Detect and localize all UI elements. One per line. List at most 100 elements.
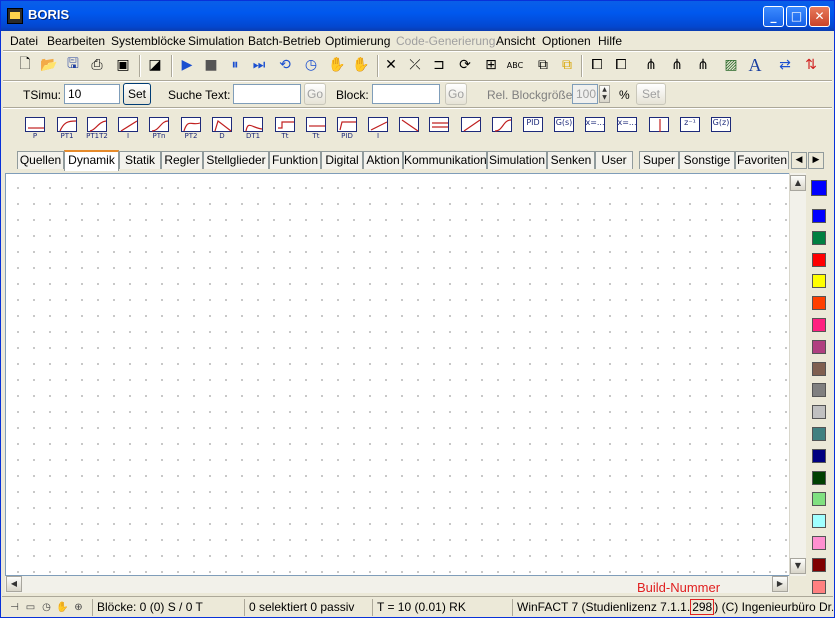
title-bar[interactable]: BORIS _ □ ✕ — [1, 1, 834, 31]
cut-block-icon[interactable]: ⊐ — [429, 55, 449, 75]
app-icon[interactable] — [7, 8, 23, 24]
palette-block[interactable]: DT1 — [241, 115, 265, 140]
menu-bearbeiten[interactable]: Bearbeiten — [47, 34, 105, 48]
palette-block[interactable] — [459, 115, 483, 139]
hand-status-icon[interactable]: ✋ — [56, 601, 69, 614]
properties-icon[interactable]: ⊞ — [481, 55, 501, 75]
tab-kommunikation[interactable]: Kommunikation — [403, 151, 487, 169]
step-icon[interactable]: ⏭ — [249, 55, 269, 75]
swap-icon[interactable]: ⇄ — [775, 55, 795, 75]
arrange-icon[interactable]: ⇅ — [801, 55, 821, 75]
palette-block[interactable]: P — [23, 115, 47, 140]
palette-block[interactable]: Tt — [273, 115, 297, 140]
color-swatch[interactable] — [812, 252, 826, 267]
print-icon[interactable]: ⎙ — [87, 55, 107, 75]
rel-blocksize-input[interactable]: 100 — [572, 84, 598, 104]
color-swatch[interactable] — [812, 296, 826, 311]
align-icon[interactable]: ⧠ — [587, 55, 607, 75]
color-swatch[interactable] — [812, 361, 826, 376]
branch-icon[interactable]: ⋔ — [667, 55, 687, 75]
palette-block[interactable] — [647, 115, 671, 139]
palette-block[interactable]: PID — [335, 115, 359, 140]
tab-user[interactable]: User — [595, 151, 633, 169]
tab-stellglieder[interactable]: Stellglieder — [203, 151, 269, 169]
tab-aktion[interactable]: Aktion — [363, 151, 403, 169]
menu-batch-betrieb[interactable]: Batch-Betrieb — [248, 34, 321, 48]
tab-funktion[interactable]: Funktion — [269, 151, 321, 169]
menu-code-generierung[interactable]: Code-Generierung — [396, 34, 495, 48]
palette-block[interactable] — [397, 115, 421, 139]
color-swatch[interactable] — [812, 536, 826, 550]
copy-icon[interactable]: ⧉ — [533, 55, 553, 75]
palette-block[interactable] — [490, 115, 514, 139]
tab-sonstige[interactable]: Sonstige — [679, 151, 735, 169]
scroll-down-button[interactable]: ▼ — [790, 558, 806, 574]
pause-icon[interactable]: ⏸ — [225, 55, 245, 75]
hand-icon[interactable]: ✋ — [327, 55, 347, 75]
palette-block[interactable]: I — [116, 115, 140, 140]
palette-block[interactable]: Tt — [304, 115, 328, 140]
save-icon[interactable]: 🖫 — [63, 55, 83, 75]
scroll-left-button[interactable]: ◀ — [6, 576, 22, 592]
play-icon[interactable]: ▶ — [177, 55, 197, 75]
open-folder-icon[interactable]: 📂 — [39, 55, 59, 75]
color-swatch[interactable] — [812, 209, 826, 223]
rel-blocksize-set-button[interactable]: Set — [636, 83, 666, 105]
block-go-button[interactable]: Go — [445, 83, 467, 105]
delete-icon[interactable]: ✕ — [381, 55, 401, 75]
color-swatch[interactable] — [812, 274, 826, 289]
color-swatch[interactable] — [812, 405, 826, 420]
route-icon[interactable]: ⋔ — [693, 55, 713, 75]
menu-optimierung[interactable]: Optimierung — [325, 34, 390, 48]
maximize-button[interactable]: □ — [786, 6, 807, 27]
menu-datei[interactable]: Datei — [10, 34, 38, 48]
palette-block[interactable]: PT1T2 — [85, 115, 109, 140]
distribute-icon[interactable]: ⧠ — [611, 55, 631, 75]
menu-simulation[interactable]: Simulation — [188, 34, 244, 48]
color-swatch[interactable] — [812, 427, 826, 441]
palette-block[interactable]: PID — [521, 115, 545, 139]
palette-block[interactable]: D — [210, 115, 234, 140]
tab-quellen[interactable]: Quellen — [17, 151, 64, 169]
palette-block[interactable]: I — [366, 115, 390, 140]
palette-block[interactable] — [427, 115, 451, 139]
vertical-scrollbar[interactable]: ▲ ▼ — [789, 173, 806, 576]
tab-simulation[interactable]: Simulation — [487, 151, 547, 169]
menu-ansicht[interactable]: Ansicht — [496, 34, 535, 48]
loop-icon[interactable]: ⟲ — [275, 55, 295, 75]
tab-digital[interactable]: Digital — [321, 151, 363, 169]
stop-icon[interactable]: ■ — [201, 55, 221, 75]
tab-favoriten[interactable]: Favoriten — [735, 151, 789, 169]
color-swatch[interactable] — [812, 579, 826, 594]
search-go-button[interactable]: Go — [304, 83, 326, 105]
color-swatch[interactable] — [812, 557, 826, 572]
palette-block[interactable]: PT2 — [179, 115, 203, 140]
tab-super[interactable]: Super — [639, 151, 679, 169]
menu-hilfe[interactable]: Hilfe — [598, 34, 622, 48]
hand-stop-icon[interactable]: ✋ — [351, 55, 371, 75]
menu-systembloecke[interactable]: Systemblöcke — [111, 34, 186, 48]
network-status-icon[interactable]: ⊕ — [72, 601, 85, 614]
rel-blocksize-spinner[interactable]: ▲ ▼ — [599, 85, 610, 103]
spellcheck-icon[interactable]: ABC — [505, 55, 525, 75]
search-text-input[interactable] — [233, 84, 301, 104]
clock-icon[interactable]: ◷ — [301, 55, 321, 75]
save-status-icon[interactable]: ▭ — [24, 601, 37, 614]
connect-icon[interactable]: ⋔ — [641, 55, 661, 75]
palette-block[interactable]: PT1 — [55, 115, 79, 140]
color-swatch[interactable] — [812, 383, 826, 398]
menu-optionen[interactable]: Optionen — [542, 34, 591, 48]
color-swatch[interactable] — [812, 514, 826, 529]
palette-block[interactable]: PTn — [147, 115, 171, 140]
tab-regler[interactable]: Regler — [161, 151, 203, 169]
block-input[interactable] — [372, 84, 440, 104]
color-swatch[interactable] — [812, 230, 826, 245]
color-swatch[interactable] — [812, 448, 826, 463]
color-swatch[interactable] — [812, 318, 826, 332]
color-swatch[interactable] — [811, 180, 827, 196]
tabs-scroll-left-button[interactable]: ◀ — [791, 152, 807, 169]
color-swatch[interactable] — [812, 339, 826, 354]
cut-connection-icon[interactable]: ⤫ — [405, 55, 425, 75]
tsimu-set-button[interactable]: Set — [123, 83, 151, 105]
text-icon[interactable]: A — [745, 55, 765, 75]
